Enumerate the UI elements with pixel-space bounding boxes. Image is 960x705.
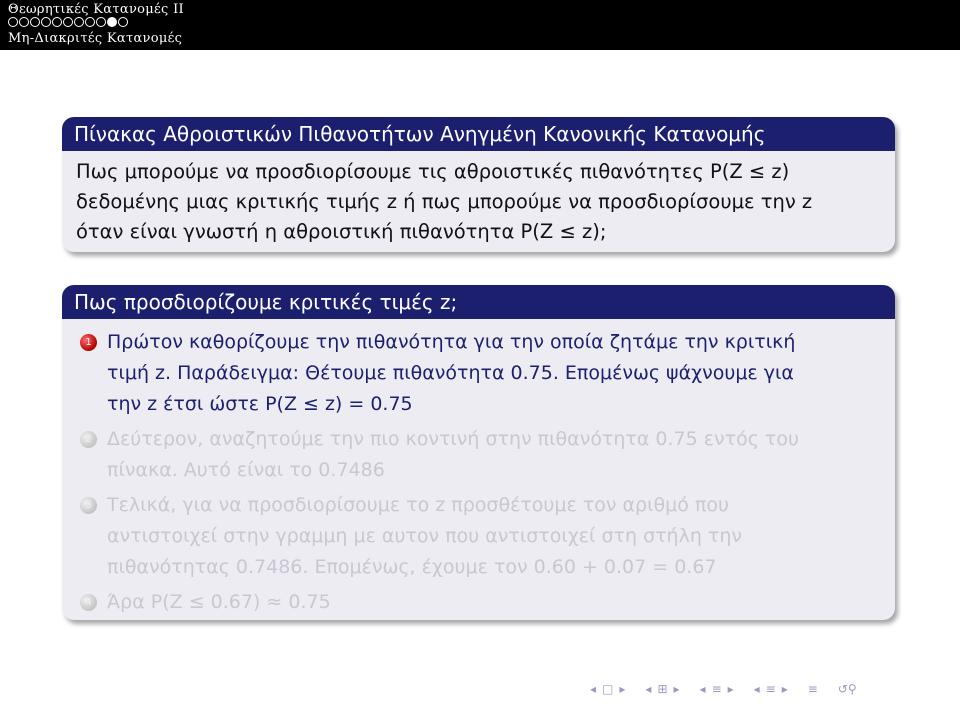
enumerated-list: 1 Πρώτον καθορίζουμε την πιθανότητα για … <box>62 319 895 618</box>
list-item-line: πίνακα. Αυτό είναι το 0.7486 <box>107 459 385 481</box>
current-frame-dot[interactable] <box>107 17 117 27</box>
list-item-line: την z έτσι ώστε P(Z ≤ z) = 0.75 <box>107 393 413 415</box>
nav-section-icon[interactable]: ≡ <box>712 682 722 696</box>
info-block: Πίνακας Αθροιστικών Πιθανοτήτων Ανηγμένη… <box>62 117 895 252</box>
nav-part-icon[interactable]: ≡ <box>766 682 776 696</box>
frame-dot[interactable] <box>52 17 62 27</box>
nav-prev-subsection-icon[interactable]: ◂ <box>645 682 651 696</box>
frame-dot[interactable] <box>96 17 106 27</box>
frame-dot[interactable] <box>41 17 51 27</box>
list-item: 3 Τελικά, για να προσδιορίσουμε το z προ… <box>62 490 895 583</box>
frame-dot[interactable] <box>19 17 29 27</box>
frame-dot[interactable] <box>30 17 40 27</box>
list-item-line: τιμή z. Παράδειγμα: Θέτουμε πιθανότητα 0… <box>107 362 794 384</box>
nav-align-icon[interactable]: ≡ <box>808 682 818 696</box>
enum-bullet: 4 <box>80 594 97 611</box>
nav-search-icon[interactable]: ↺⚲ <box>838 682 857 696</box>
nav-next-subsection-icon[interactable]: ▸ <box>674 682 680 696</box>
nav-subsection-icon[interactable]: ⊞ <box>657 682 667 696</box>
enum-bullet: 1 <box>80 334 97 351</box>
steps-block: Πως προσδιορίζουμε κριτικές τιμές z; 1 Π… <box>62 285 895 620</box>
frame-dot[interactable] <box>85 17 95 27</box>
list-item: 2 Δεύτερον, αναζητούμε την πιο κοντινή σ… <box>62 424 895 486</box>
block-text-line: Πως μπορούμε να προσδιορίσουμε τις αθροι… <box>76 160 790 183</box>
list-item-line: Άρα P(Z ≤ 0.67) ≈ 0.75 <box>107 591 331 613</box>
header-bar: Θεωρητικές Κατανομές II Μη-Διακριτές Κατ… <box>0 0 960 50</box>
frame-dot[interactable] <box>118 17 128 27</box>
block-title: Πως προσδιορίζουμε κριτικές τιμές z; <box>62 285 895 319</box>
list-item-line: πιθανότητας 0.7486. Επομένως, έχουμε τον… <box>107 556 717 578</box>
enum-bullet: 2 <box>80 431 97 448</box>
nav-prev-part-icon[interactable]: ◂ <box>754 682 760 696</box>
list-item-line: Τελικά, για να προσδιορίσουμε το z προσθ… <box>107 494 729 516</box>
nav-prev-section-icon[interactable]: ◂ <box>700 682 706 696</box>
frame-dot[interactable] <box>63 17 73 27</box>
list-item-line: Δεύτερον, αναζητούμε την πιο κοντινή στη… <box>107 428 799 450</box>
nav-frame-icon[interactable]: □ <box>602 682 613 696</box>
frame-dot[interactable] <box>74 17 84 27</box>
beamer-navigation: ◂ □ ▸ ◂ ⊞ ▸ ◂ ≡ ▸ ◂ ≡ ▸ ≡ ↺⚲ <box>590 680 857 698</box>
block-body: Πως μπορούμε να προσδιορίσουμε τις αθροι… <box>62 151 895 252</box>
block-text-line: δεδομένης μιας κριτικής τιμής z ή πως μπ… <box>76 190 813 213</box>
block-text-line: όταν είναι γνωστή η αθροιστική πιθανότητ… <box>76 220 607 243</box>
nav-next-section-icon[interactable]: ▸ <box>728 682 734 696</box>
block-title: Πίνακας Αθροιστικών Πιθανοτήτων Ανηγμένη… <box>62 117 895 151</box>
list-item-line: αντιστοιχεί στην γραμμη με αυτον που αντ… <box>107 525 743 547</box>
frame-progress-dots <box>8 15 128 29</box>
list-item: 1 Πρώτον καθορίζουμε την πιθανότητα για … <box>62 327 895 420</box>
list-item: 4 Άρα P(Z ≤ 0.67) ≈ 0.75 <box>62 587 895 618</box>
nav-prev-frame-icon[interactable]: ◂ <box>590 682 596 696</box>
nav-next-frame-icon[interactable]: ▸ <box>619 682 625 696</box>
nav-next-part-icon[interactable]: ▸ <box>782 682 788 696</box>
list-item-line: Πρώτον καθορίζουμε την πιθανότητα για τη… <box>107 331 796 353</box>
subsection-title[interactable]: Μη-Διακριτές Κατανομές <box>8 31 182 46</box>
enum-bullet: 3 <box>80 497 97 514</box>
frame-dot[interactable] <box>8 17 18 27</box>
